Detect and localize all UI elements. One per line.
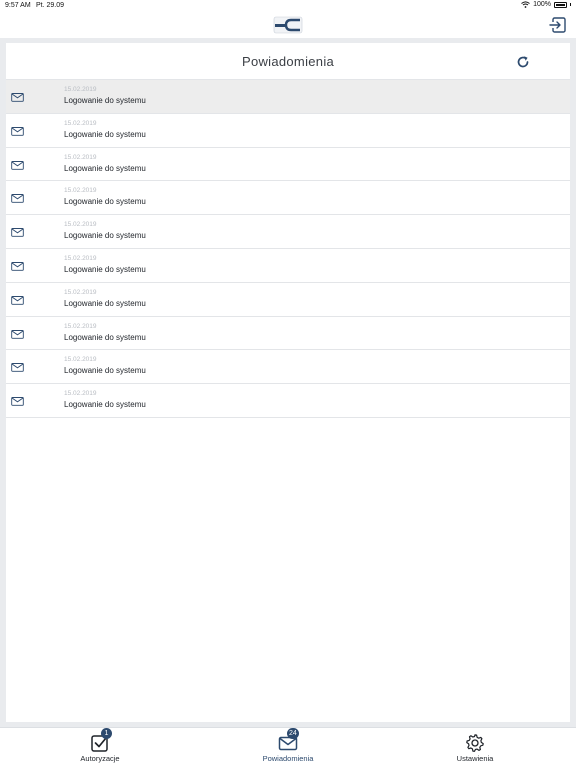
envelope-icon — [11, 329, 24, 339]
notifications-header: Powiadomienia — [6, 43, 570, 80]
page-title: Powiadomienia — [241, 54, 335, 69]
notification-date: 15.02.2019 — [64, 119, 97, 127]
notification-date: 15.02.2019 — [64, 390, 97, 398]
list-item[interactable]: 15.02.2019 Logowanie do systemu — [6, 317, 570, 351]
envelope-icon — [11, 194, 24, 204]
notification-text: Logowanie do systemu — [64, 298, 146, 308]
list-item[interactable]: 15.02.2019 Logowanie do systemu — [6, 114, 570, 148]
notification-date: 15.02.2019 — [64, 221, 97, 229]
status-bar: 9:57 AM Pt. 29.09 100% — [0, 0, 576, 12]
notification-date: 15.02.2019 — [64, 356, 97, 364]
notification-date: 15.02.2019 — [64, 153, 97, 161]
list-item[interactable]: 15.02.2019 Logowanie do systemu — [6, 148, 570, 182]
notifications-panel: Powiadomienia 15.02.2019 Logowanie do sys… — [6, 43, 570, 722]
notification-date: 15.02.2019 — [64, 86, 97, 93]
wifi-icon — [521, 1, 530, 8]
list-item[interactable]: 15.02.2019 Logowanie do systemu — [6, 249, 570, 283]
gear-icon — [466, 734, 484, 752]
battery-percent: 100% — [533, 1, 551, 8]
notification-text: Logowanie do systemu — [64, 129, 146, 139]
battery-icon — [554, 1, 567, 8]
notification-text: Logowanie do systemu — [64, 231, 146, 241]
notification-text: Logowanie do systemu — [64, 197, 146, 207]
notification-text: Logowanie do systemu — [64, 264, 146, 274]
list-item[interactable]: 15.02.2019 Logowanie do systemu — [6, 384, 570, 418]
envelope-icon — [11, 126, 24, 136]
list-item[interactable]: 15.02.2019 Logowanie do systemu — [6, 215, 570, 249]
status-date: Pt. 29.09 — [36, 2, 65, 9]
list-item[interactable]: 15.02.2019 Logowanie do systemu — [6, 350, 570, 385]
status-time: 9:57 AM — [5, 2, 31, 9]
notification-date: 15.02.2019 — [64, 288, 97, 296]
notification-text: Logowanie do systemu — [64, 366, 146, 376]
tab-autoryzacje[interactable]: 1 Autoryzacje — [40, 728, 160, 768]
envelope-icon — [11, 363, 24, 373]
refresh-icon[interactable] — [516, 55, 530, 69]
envelope-icon — [11, 262, 24, 271]
tab-label: Ustawienia — [456, 754, 494, 763]
tab-powiadomienia[interactable]: 24 Powiadomienia — [228, 728, 348, 768]
nav-bar — [0, 12, 576, 38]
envelope-icon — [11, 295, 24, 305]
envelope-icon — [11, 397, 24, 406]
logout-icon[interactable] — [549, 16, 567, 34]
list-item[interactable]: 15.02.2019 Logowanie do systemu — [6, 80, 570, 114]
battery-tip — [570, 3, 571, 6]
list-item[interactable]: 15.02.2019 Logowanie do systemu — [6, 283, 570, 317]
notifications-badge: 24 — [287, 728, 299, 739]
notifications-list: 15.02.2019 Logowanie do systemu 15.02.2019… — [6, 80, 570, 418]
envelope-icon — [11, 93, 24, 102]
tab-ustawienia[interactable]: Ustawienia — [415, 728, 535, 768]
notification-text: Logowanie do systemu — [64, 400, 146, 410]
bank-logo-icon — [273, 16, 303, 34]
envelope-icon — [11, 160, 24, 170]
notification-date: 15.02.2019 — [64, 254, 97, 262]
notification-text: Logowanie do systemu — [64, 163, 146, 173]
list-item[interactable]: 15.02.2019 Logowanie do systemu — [6, 181, 570, 216]
tab-label: Powiadomienia — [262, 754, 314, 763]
notification-date: 15.02.2019 — [64, 187, 97, 195]
authorizations-badge: 1 — [101, 728, 112, 739]
tab-bar: 1 Autoryzacje 24 Powiadomienia Ustawieni… — [0, 727, 576, 768]
notification-text: Logowanie do systemu — [64, 96, 146, 105]
status-indicators: 100% — [521, 1, 571, 8]
notification-date: 15.02.2019 — [64, 322, 97, 330]
tab-label: Autoryzacje — [80, 754, 120, 763]
notification-text: Logowanie do systemu — [64, 332, 146, 342]
envelope-icon — [11, 228, 24, 237]
